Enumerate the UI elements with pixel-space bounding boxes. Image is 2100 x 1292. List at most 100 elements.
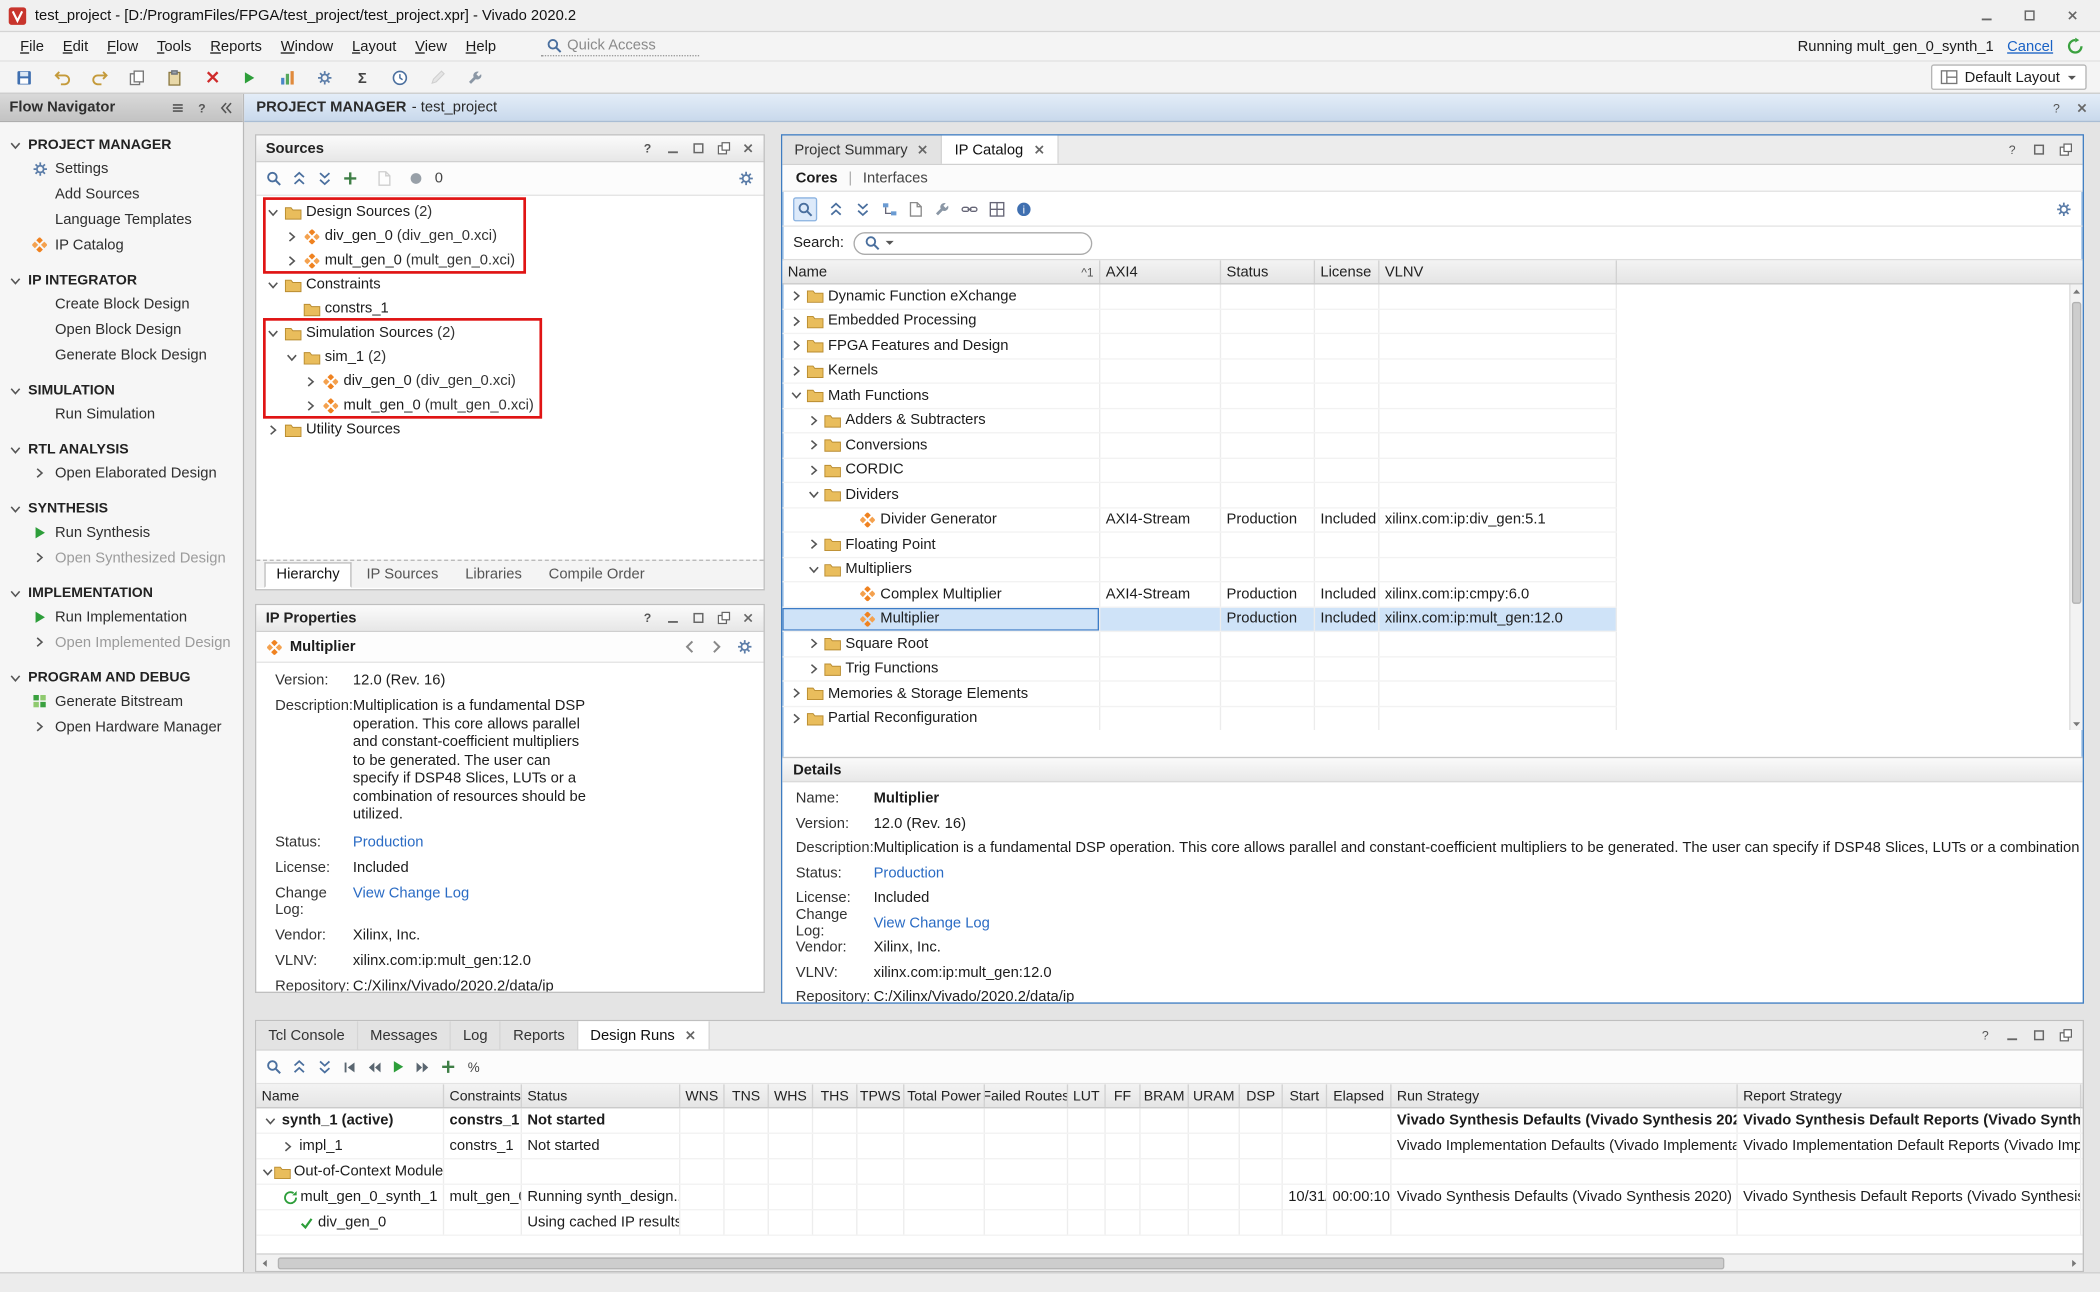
paste-button[interactable]	[158, 64, 190, 91]
source-item-div-gen-0[interactable]: div_gen_0 (div_gen_0.xci)	[256, 369, 763, 393]
chevron-right-icon[interactable]	[264, 423, 281, 435]
catalog-row-partial-reconfiguration[interactable]: Partial Reconfiguration	[782, 707, 1617, 730]
fn-item-language-templates[interactable]: Language Templates	[0, 207, 243, 232]
chevron-down-icon[interactable]	[805, 563, 822, 575]
runs-column-wns[interactable]: WNS	[680, 1084, 724, 1107]
chevron-right-icon[interactable]	[788, 712, 805, 724]
menu-window[interactable]: Window	[271, 36, 342, 57]
info-button[interactable]: i	[1016, 201, 1032, 217]
horizontal-scrollbar[interactable]	[256, 1253, 2082, 1270]
chevron-right-icon[interactable]	[805, 663, 822, 675]
tab-design-runs[interactable]: Design Runs	[578, 1021, 709, 1049]
scroll-thumb[interactable]	[278, 1257, 1725, 1269]
catalog-row-dynamic-function-exchange[interactable]: Dynamic Function eXchange	[782, 284, 1617, 309]
runs-column-bram[interactable]: BRAM	[1141, 1084, 1189, 1107]
scroll-left-arrow[interactable]	[256, 1256, 273, 1271]
fn-section-implementation[interactable]: IMPLEMENTATION	[0, 582, 243, 603]
report-timing-button[interactable]	[384, 64, 416, 91]
delete-button[interactable]	[196, 64, 228, 91]
run-row-div-gen-0[interactable]: div_gen_0Using cached IP results	[256, 1210, 2082, 1235]
percent-button[interactable]: %	[466, 1059, 482, 1075]
fn-menu-icon[interactable]	[170, 100, 185, 115]
catalog-row-conversions[interactable]: Conversions	[782, 433, 1617, 458]
cancel-link[interactable]: Cancel	[2007, 38, 2053, 54]
settings-button[interactable]	[309, 64, 341, 91]
expand-all-button[interactable]	[317, 170, 333, 186]
help-panel-button[interactable]: ?	[2049, 100, 2064, 115]
detail-value[interactable]: Production	[874, 865, 2083, 881]
file-button[interactable]	[368, 165, 400, 192]
catalog-row-math-functions[interactable]: Math Functions	[782, 384, 1617, 409]
fn-item-open-block-design[interactable]: Open Block Design	[0, 317, 243, 342]
minimize-panel-button[interactable]	[666, 141, 681, 156]
column-header-status[interactable]: Status	[1221, 260, 1315, 283]
catalog-row-kernels[interactable]: Kernels	[782, 359, 1617, 384]
source-item-constrs-1[interactable]: constrs_1	[256, 297, 763, 321]
chevron-right-icon[interactable]	[788, 687, 805, 699]
fn-section-rtl-analysis[interactable]: RTL ANALYSIS	[0, 439, 243, 460]
chevron-down-icon[interactable]	[262, 1114, 279, 1126]
close-panel-button[interactable]	[2076, 100, 2088, 115]
run-row-out-of-context-module-runs[interactable]: Out-of-Context Module Runs	[256, 1159, 2082, 1184]
source-item-sim-1[interactable]: sim_1 (2)	[256, 345, 763, 369]
chevron-down-icon[interactable]	[264, 206, 281, 218]
close-tab-icon[interactable]	[1033, 144, 1045, 156]
maximize-panel-button[interactable]	[691, 141, 706, 156]
fn-item-generate-bitstream[interactable]: Generate Bitstream	[0, 688, 243, 713]
report-sum-button[interactable]: Σ	[346, 64, 378, 91]
fn-section-synthesis[interactable]: SYNTHESIS	[0, 498, 243, 519]
runs-column-uram[interactable]: URAM	[1189, 1084, 1240, 1107]
close-panel-button[interactable]	[742, 611, 754, 626]
chevron-right-icon[interactable]	[788, 340, 805, 352]
column-header-axi4[interactable]: AXI4	[1100, 260, 1221, 283]
catalog-row-memories-storage-elements[interactable]: Memories & Storage Elements	[782, 682, 1617, 707]
minimize-button[interactable]	[1974, 5, 1998, 26]
help-panel-button[interactable]: ?	[640, 141, 655, 156]
runs-column-lut[interactable]: LUT	[1068, 1084, 1106, 1107]
catalog-row-multipliers[interactable]: Multipliers	[782, 558, 1617, 583]
column-header-name[interactable]: Name^1	[782, 260, 1100, 283]
close-panel-button[interactable]	[742, 141, 754, 156]
chevron-down-icon[interactable]	[264, 278, 281, 290]
fn-item-settings[interactable]: Settings	[0, 156, 243, 181]
maximize-button[interactable]	[2017, 5, 2041, 26]
runs-column-whs[interactable]: WHS	[769, 1084, 813, 1107]
chevron-right-icon[interactable]	[805, 464, 822, 476]
sources-tab-hierarchy[interactable]: Hierarchy	[264, 562, 351, 587]
wrench-button[interactable]	[934, 201, 950, 217]
fn-section-simulation[interactable]: SIMULATION	[0, 380, 243, 401]
collapse-all-button[interactable]	[291, 170, 307, 186]
chevron-right-icon[interactable]	[805, 414, 822, 426]
catalog-row-fpga-features-and-design[interactable]: FPGA Features and Design	[782, 334, 1617, 359]
layout-selector[interactable]: Default Layout	[1931, 64, 2087, 89]
chevron-right-icon[interactable]	[283, 230, 300, 242]
menu-reports[interactable]: Reports	[201, 36, 271, 57]
close-tab-icon[interactable]	[917, 144, 929, 156]
run-row-synth-1-active[interactable]: synth_1 (active)constrs_1Not startedViva…	[256, 1108, 2082, 1133]
catalog-row-embedded-processing[interactable]: Embedded Processing	[782, 309, 1617, 334]
source-item-simulation-sources[interactable]: Simulation Sources (2)	[256, 321, 763, 345]
save-button[interactable]	[8, 64, 40, 91]
sources-tab-libraries[interactable]: Libraries	[453, 562, 534, 587]
chevron-right-icon[interactable]	[302, 399, 319, 411]
vertical-scrollbar[interactable]	[2069, 284, 2082, 730]
float-panel-button[interactable]	[717, 141, 732, 156]
fn-item-open-elaborated-design[interactable]: Open Elaborated Design	[0, 460, 243, 485]
menu-file[interactable]: File	[11, 36, 54, 57]
chevron-down-icon[interactable]	[283, 351, 300, 363]
fn-section-project-manager[interactable]: PROJECT MANAGER	[0, 134, 243, 155]
chevron-down-icon[interactable]	[264, 327, 281, 339]
fn-item-open-synthesized-design[interactable]: Open Synthesized Design	[0, 545, 243, 570]
tab-reports[interactable]: Reports	[501, 1021, 578, 1049]
float-panel-button[interactable]	[717, 611, 732, 626]
runs-column-dsp[interactable]: DSP	[1240, 1084, 1283, 1107]
runs-column-elapsed[interactable]: Elapsed	[1327, 1084, 1391, 1107]
source-item-design-sources[interactable]: Design Sources (2)	[256, 200, 763, 224]
catalog-row-trig-functions[interactable]: Trig Functions	[782, 657, 1617, 682]
collapse-all-button[interactable]	[291, 1059, 307, 1075]
add-button[interactable]	[440, 1059, 456, 1075]
run-flow-button[interactable]	[233, 64, 265, 91]
menu-flow[interactable]: Flow	[98, 36, 148, 57]
tab-messages[interactable]: Messages	[358, 1021, 451, 1049]
chevron-down-icon[interactable]	[262, 1165, 274, 1177]
